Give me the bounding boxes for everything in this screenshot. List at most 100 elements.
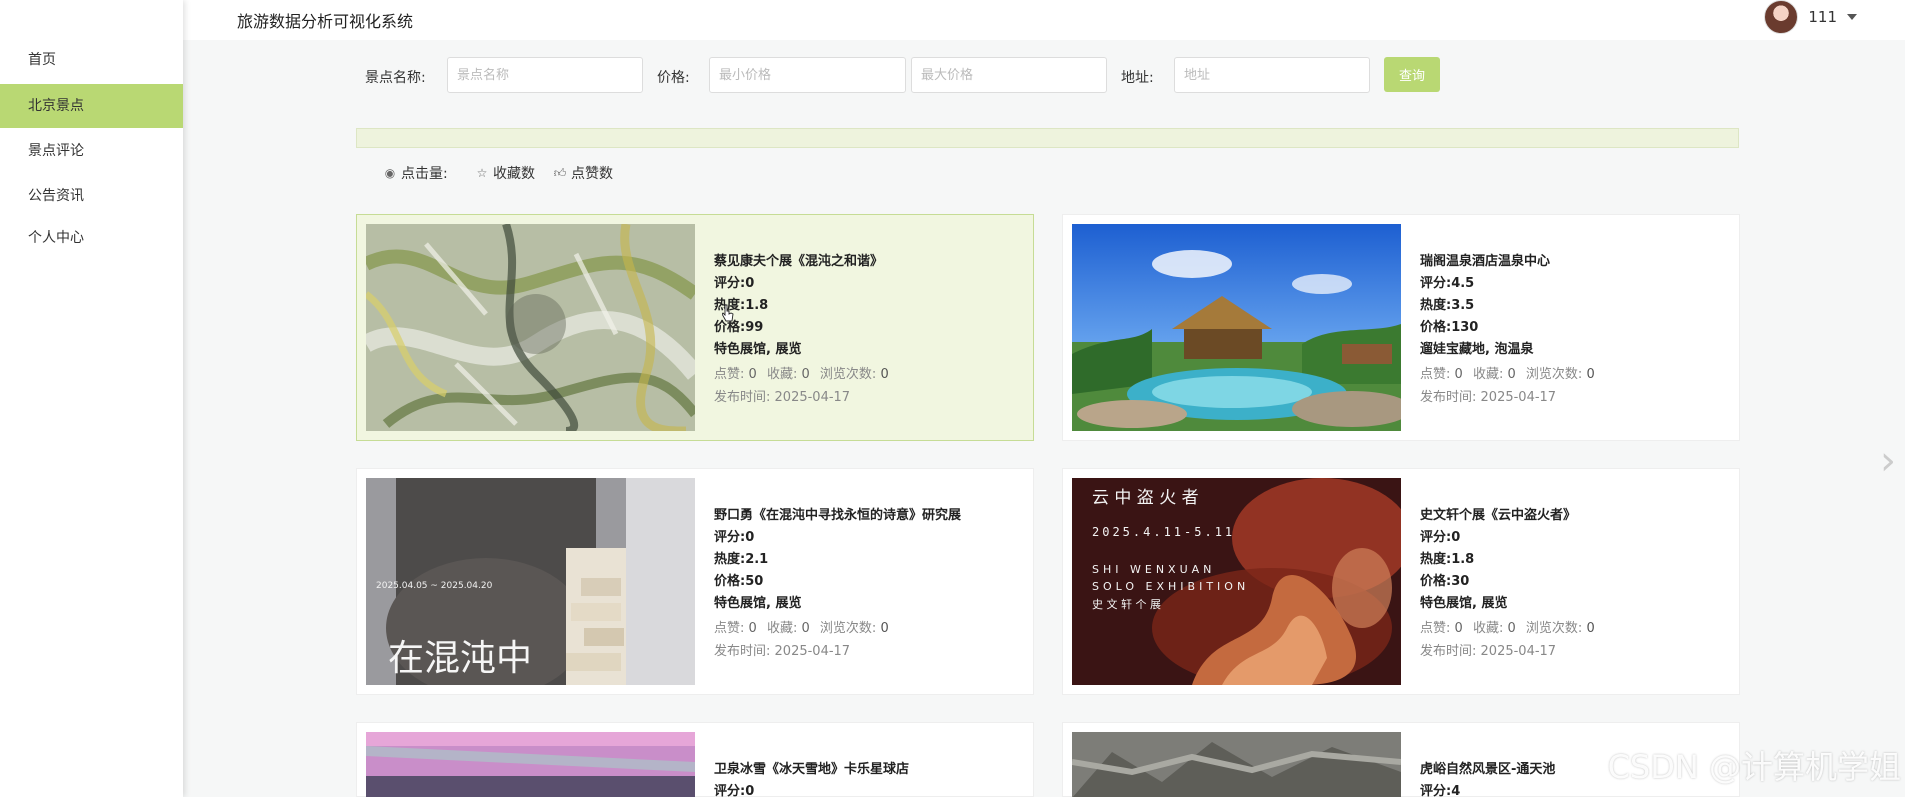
poster-big-title: 在混沌中	[388, 638, 532, 679]
sidebar-item-beijing-attractions[interactable]: 北京景点	[0, 84, 183, 128]
publish-label: 发布时间:	[714, 644, 771, 659]
user-menu[interactable]: 111	[1764, 0, 1857, 34]
price: 价格:130	[1420, 320, 1479, 335]
sort-clicks[interactable]: ◉ 点击量:	[383, 163, 448, 183]
card-info: 卫泉冰雪《冰天雪地》卡乐星球店 评分:0	[714, 759, 1024, 797]
rating: 评分:0	[1420, 530, 1461, 545]
like-count: 0	[748, 621, 757, 636]
poster-english-sub: SOLO EXHIBITION	[1092, 580, 1249, 593]
sidebar-item-announcements[interactable]: 公告资讯	[0, 174, 183, 218]
views-label: 浏览次数:	[819, 367, 877, 382]
tags: 特色展馆, 展览	[714, 342, 802, 357]
poster-english-name: SHI WENXUAN	[1092, 563, 1215, 576]
fav-label: 收藏:	[1472, 367, 1504, 382]
sidebar-item-attraction-comments[interactable]: 景点评论	[0, 129, 183, 173]
views-count: 0	[1586, 621, 1595, 636]
avatar[interactable]	[1764, 0, 1799, 34]
next-arrow-icon[interactable]: ›	[1880, 438, 1896, 484]
attraction-name[interactable]: 野口勇《在混沌中寻找永恒的诗意》研究展	[714, 505, 1024, 527]
sort-favorites[interactable]: ☆ 收藏数	[475, 163, 535, 183]
publish-date: 发布时间: 2025-04-17	[1420, 641, 1730, 663]
attraction-card[interactable]: 卫泉冰雪《冰天雪地》卡乐星球店 评分:0	[356, 722, 1034, 797]
sort-clicks-label: 点击量:	[401, 166, 448, 182]
publish-label: 发布时间:	[714, 390, 771, 405]
like-label: 点赞:	[1420, 367, 1451, 382]
poster-dates: 2025.04.05 ~ 2025.04.20	[376, 581, 493, 591]
views-label: 浏览次数:	[1525, 367, 1583, 382]
attraction-image-scenic-area[interactable]	[1072, 732, 1401, 797]
attraction-card[interactable]: 蔡见康夫个展《混沌之和谐》 评分:0 热度:1.8 价格:99 特色展馆, 展览…	[356, 214, 1034, 441]
attraction-image-abstract-painting[interactable]	[366, 224, 695, 431]
stats: 点赞: 0 收藏: 0 浏览次数: 0	[1420, 617, 1730, 641]
publish-date: 发布时间: 2025-04-17	[714, 387, 1024, 409]
attraction-name[interactable]: 蔡见康夫个展《混沌之和谐》	[714, 251, 1024, 273]
fav-count: 0	[801, 621, 810, 636]
sidebar-item-home[interactable]: 首页	[0, 38, 183, 82]
attraction-name-input[interactable]	[447, 57, 643, 93]
publish-value: 2025-04-17	[1480, 644, 1557, 659]
chevron-down-icon[interactable]	[1847, 14, 1857, 20]
publish-date: 发布时间: 2025-04-17	[714, 641, 1024, 663]
address-label: 地址:	[1121, 70, 1154, 86]
like-label: 点赞:	[714, 367, 745, 382]
tags: 特色展馆, 展览	[714, 596, 802, 611]
card-info: 史文轩个展《云中盗火者》 评分:0 热度:1.8 价格:30 特色展馆, 展览 …	[1420, 505, 1730, 663]
attraction-card[interactable]: 云 中 盗 火 者 2025.4.11-5.11 SHI WENXUAN SOL…	[1062, 468, 1740, 695]
attraction-card[interactable]: 瑞阁温泉酒店温泉中心 评分:4.5 热度:3.5 价格:130 遛娃宝藏地, 泡…	[1062, 214, 1740, 441]
poster-chinese-sub: 史 文 轩 个 展	[1092, 597, 1161, 611]
heat: 热度:2.1	[714, 552, 769, 567]
stats: 点赞: 0 收藏: 0 浏览次数: 0	[714, 617, 1024, 641]
attraction-name[interactable]: 卫泉冰雪《冰天雪地》卡乐星球店	[714, 759, 1024, 781]
sidebar: 首页 北京景点 景点评论 公告资讯 个人中心	[0, 0, 183, 797]
stats: 点赞: 0 收藏: 0 浏览次数: 0	[714, 363, 1024, 387]
watermark: CSDN @计算机学姐	[1607, 748, 1901, 786]
sort-favorites-label: 收藏数	[493, 166, 535, 182]
like-count: 0	[1454, 367, 1463, 382]
app-title: 旅游数据分析可视化系统	[237, 12, 414, 31]
poster-title: 云 中 盗 火 者	[1092, 488, 1199, 508]
like-count: 0	[1454, 621, 1463, 636]
card-info: 蔡见康夫个展《混沌之和谐》 评分:0 热度:1.8 价格:99 特色展馆, 展览…	[714, 251, 1024, 409]
thumbs-up-icon: 👍︎	[553, 166, 567, 180]
publish-value: 2025-04-17	[1480, 390, 1557, 405]
attraction-card[interactable]: 2025.04.05 ~ 2025.04.20 在混沌中 野口勇《在混沌中寻找永…	[356, 468, 1034, 695]
views-label: 浏览次数:	[819, 621, 877, 636]
poster-dates: 2025.4.11-5.11	[1092, 525, 1235, 539]
like-label: 点赞:	[714, 621, 745, 636]
top-bar: 旅游数据分析可视化系统 111	[183, 0, 1905, 40]
username[interactable]: 111	[1808, 8, 1837, 26]
attraction-name[interactable]: 瑞阁温泉酒店温泉中心	[1420, 251, 1730, 273]
eye-icon: ◉	[384, 166, 396, 180]
like-label: 点赞:	[1420, 621, 1451, 636]
star-icon: ☆	[476, 166, 488, 180]
attraction-image-ice-snow[interactable]	[366, 732, 695, 797]
fav-count: 0	[1507, 367, 1516, 382]
sort-likes[interactable]: 👍︎ 点赞数	[553, 163, 613, 183]
rating: 评分:0	[714, 276, 755, 291]
price-label: 价格:	[657, 70, 690, 86]
like-count: 0	[748, 367, 757, 382]
heat: 热度:1.8	[1420, 552, 1475, 567]
views-count: 0	[1586, 367, 1595, 382]
attraction-image-exhibition-poster[interactable]: 2025.04.05 ~ 2025.04.20 在混沌中	[366, 478, 695, 685]
card-info: 瑞阁温泉酒店温泉中心 评分:4.5 热度:3.5 价格:130 遛娃宝藏地, 泡…	[1420, 251, 1730, 409]
rating: 评分:0	[714, 530, 755, 545]
name-label: 景点名称:	[365, 70, 426, 86]
views-count: 0	[880, 621, 889, 636]
attraction-image-hot-spring[interactable]	[1072, 224, 1401, 431]
views-label: 浏览次数:	[1525, 621, 1583, 636]
attraction-name[interactable]: 史文轩个展《云中盗火者》	[1420, 505, 1730, 527]
rating: 评分:4.5	[1420, 276, 1475, 291]
min-price-input[interactable]	[709, 57, 906, 93]
fav-count: 0	[1507, 621, 1516, 636]
query-button[interactable]: 查询	[1384, 57, 1440, 92]
publish-label: 发布时间:	[1420, 390, 1477, 405]
address-input[interactable]	[1174, 57, 1370, 93]
rating: 评分:0	[714, 784, 755, 797]
stats: 点赞: 0 收藏: 0 浏览次数: 0	[1420, 363, 1730, 387]
publish-date: 发布时间: 2025-04-17	[1420, 387, 1730, 409]
attraction-image-solo-exhibition[interactable]: 云 中 盗 火 者 2025.4.11-5.11 SHI WENXUAN SOL…	[1072, 478, 1401, 685]
max-price-input[interactable]	[911, 57, 1107, 93]
price: 价格:50	[714, 574, 764, 589]
sidebar-item-personal-center[interactable]: 个人中心	[0, 216, 183, 260]
